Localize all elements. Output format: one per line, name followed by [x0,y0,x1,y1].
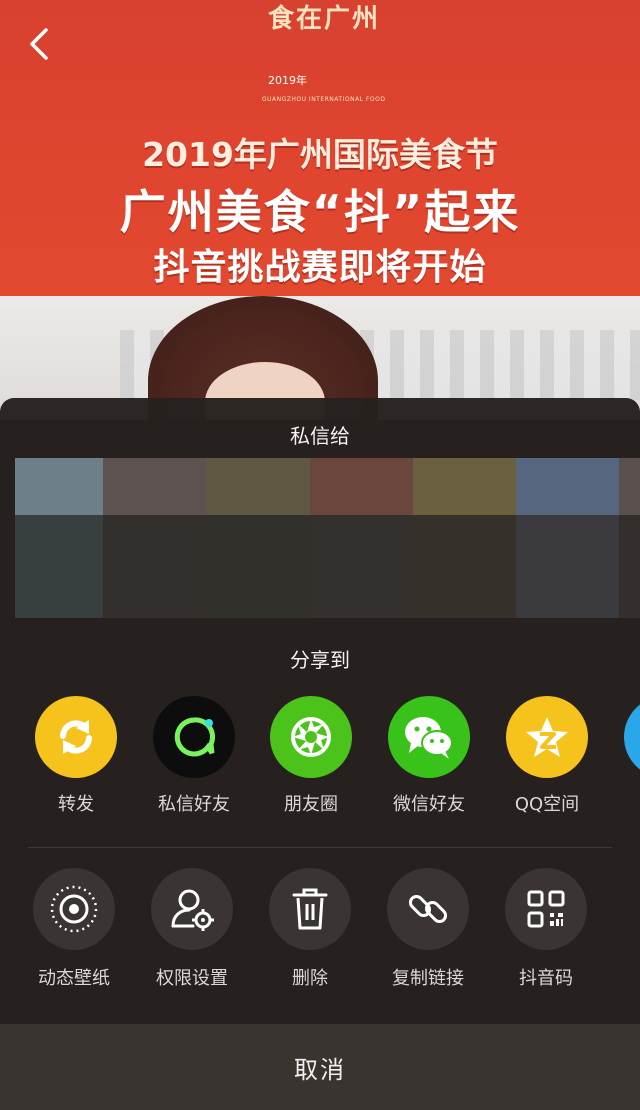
share-sheet: 私信给 分享到 转发私信好友朋友圈微信好友QQ空间QQ 动态壁纸权限设置删除复制… [0,398,640,1110]
friend-avatar[interactable] [310,458,413,618]
dm-section-title: 私信给 [290,424,350,448]
action-permission[interactable]: 权限设置 [133,868,251,998]
share-target-wechat[interactable]: 微信好友 [370,696,488,826]
friend-avatar[interactable] [413,458,516,618]
moments-icon [270,696,352,778]
back-button[interactable] [22,26,58,62]
friend-avatar-image [413,458,516,515]
action-label: 抖音码 [519,968,573,989]
share-target-label: QQ [596,790,640,811]
friend-avatar-image [310,458,413,515]
friend-avatar[interactable] [103,458,206,618]
friend-avatar[interactable] [619,458,640,618]
friend-avatar-image [206,458,310,515]
qrcode-icon [505,868,587,950]
repost-icon [35,696,117,778]
friend-name-area [206,515,310,618]
divider [28,847,612,848]
link-icon [387,868,469,950]
friend-name-area [619,515,640,618]
friend-avatar-image [103,458,206,515]
friend-avatar-image [516,458,619,515]
video-background: 食在广州 2019年 GUANGZHOU INTERNATIONAL FOOD … [0,0,640,420]
wechat-icon [388,696,470,778]
festival-logo: 食在广州 2019年 GUANGZHOU INTERNATIONAL FOOD … [262,2,386,110]
friend-name-area [15,515,103,618]
message-icon [153,696,235,778]
qzone-icon [506,696,588,778]
action-delete[interactable]: 删除 [251,868,369,998]
actions-row: 动态壁纸 权限设置 删除 复制链接抖音码 [0,868,640,998]
friend-name-area [103,515,206,618]
friend-name-area [516,515,619,618]
friend-name-area [413,515,516,618]
friend-avatar[interactable] [516,458,619,618]
logo-year: 2019年 [268,74,307,87]
logo-text: 食在广州 [267,4,380,34]
share-targets-row: 转发私信好友朋友圈微信好友QQ空间QQ [0,696,640,826]
action-qrcode[interactable]: 抖音码 [487,868,605,998]
friend-avatar-image [15,458,103,515]
share-target-moments[interactable]: 朋友圈 [252,696,370,826]
chevron-left-icon [30,28,48,60]
friend-avatar[interactable] [206,458,310,618]
share-target-qzone[interactable]: QQ空间 [488,696,606,826]
permission-icon [151,868,233,950]
delete-icon [269,868,351,950]
action-link[interactable]: 复制链接 [369,868,487,998]
headline-sub: 抖音挑战赛即将开始 [153,247,487,288]
share-target-message[interactable]: 私信好友 [135,696,253,826]
qq-icon [624,696,640,778]
cancel-button[interactable]: 取消 [0,1024,640,1110]
share-target-qq[interactable]: QQ [606,696,640,826]
action-wallpaper[interactable]: 动态壁纸 [15,868,133,998]
share-target-repost[interactable]: 转发 [17,696,135,826]
friend-name-area [310,515,413,618]
friend-list [15,458,640,618]
cancel-label: 取消 [294,1055,346,1084]
logo-english: GUANGZHOU INTERNATIONAL FOOD FESTIVAL [262,96,386,103]
headline-main: 广州美食“抖”起来 [119,185,521,239]
friend-avatar[interactable] [15,458,103,618]
headline-year: 2019年广州国际美食节 [142,135,498,174]
share-section-title: 分享到 [290,648,350,672]
friend-avatar-image [619,458,640,515]
wallpaper-icon [33,868,115,950]
